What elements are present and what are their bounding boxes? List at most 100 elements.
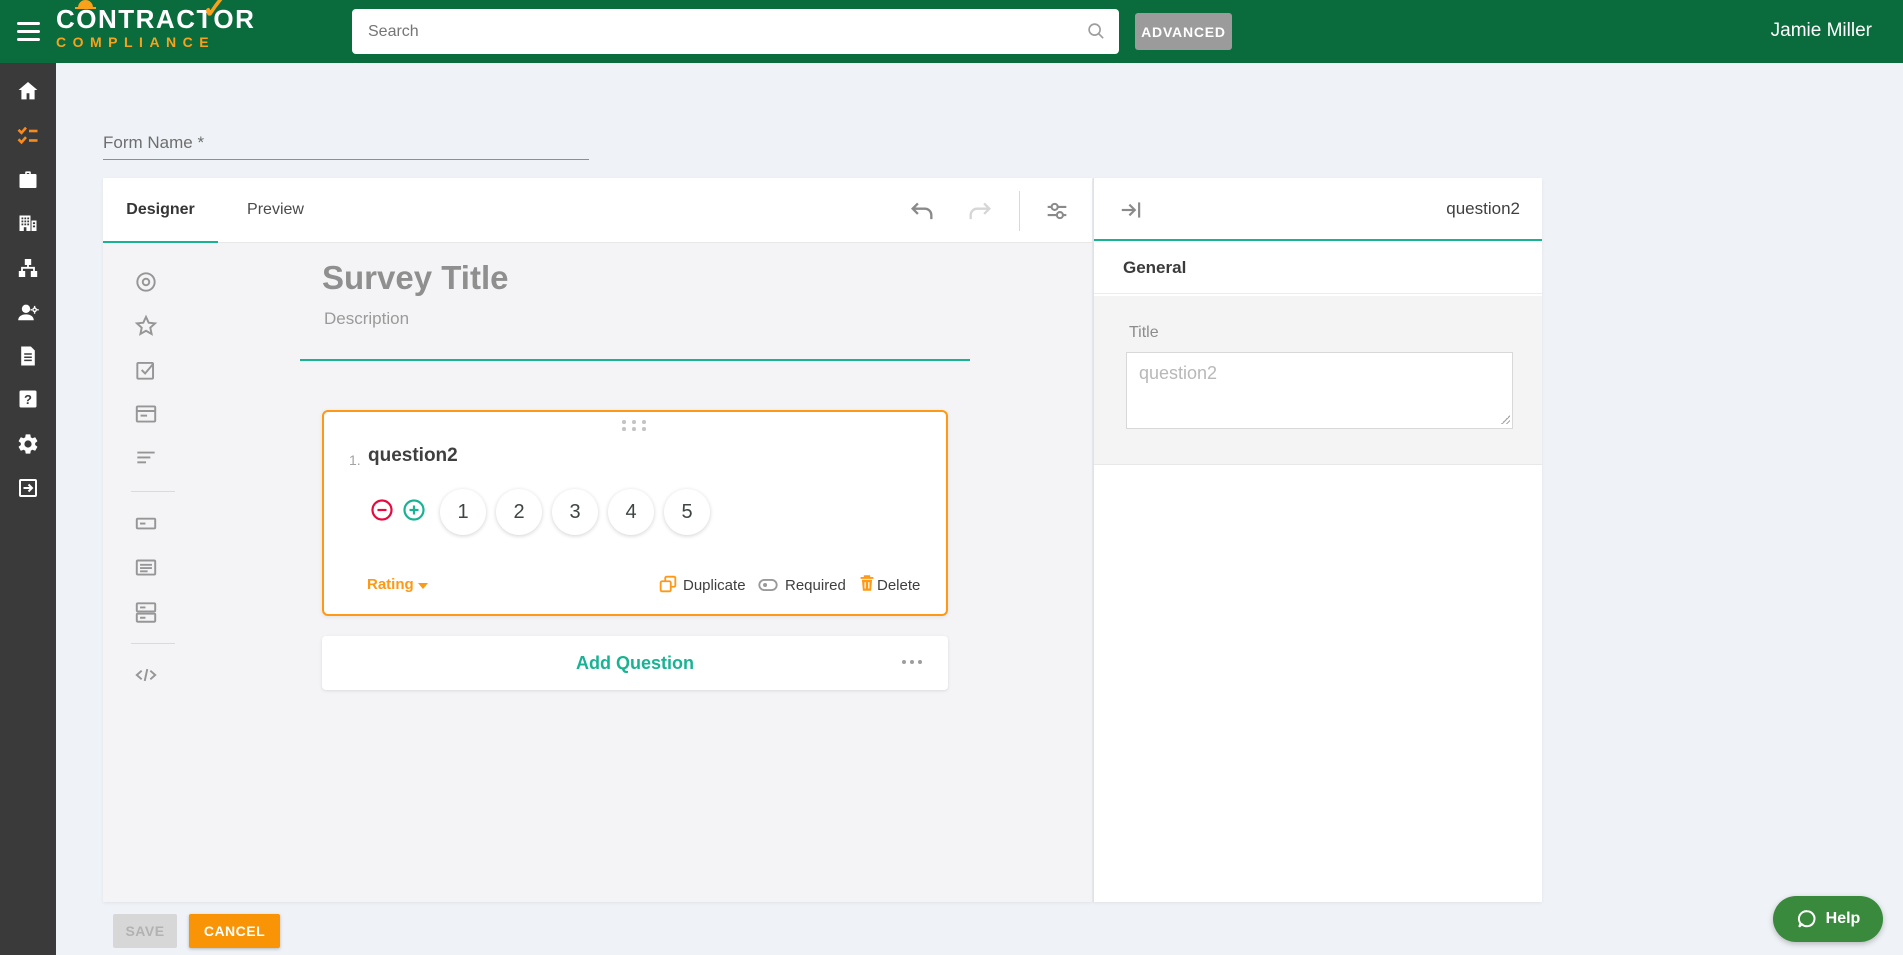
logo-line1: CONTRACTOR ✓ [56,0,255,32]
search-input[interactable] [352,9,1119,54]
sidebar-item-documents[interactable] [16,344,40,368]
document-icon [21,346,35,366]
toolbox-boolean[interactable] [133,357,159,383]
sidebar-item-contractors[interactable] [16,300,40,324]
add-question-card[interactable]: Add Question [322,636,948,690]
required-toggle-icon[interactable] [757,574,779,596]
svg-text:?: ? [24,392,32,407]
sidebar-item-settings[interactable] [16,432,40,456]
title-property-label: Title [1129,324,1159,341]
delete-action[interactable]: Delete [877,577,920,594]
toolbox-dropdown[interactable] [133,401,159,427]
text-input-icon [135,517,157,530]
remove-rating-item-icon[interactable] [370,498,394,522]
toolbox-paragraph[interactable] [133,554,159,580]
survey-description-placeholder[interactable]: Description [324,309,409,329]
company-building-icon [19,215,37,231]
survey-header-divider [300,359,970,361]
help-button[interactable]: Help [1773,896,1883,942]
duplicate-action[interactable]: Duplicate [683,577,746,594]
rating-option-5[interactable]: 5 [664,489,710,535]
question-number: 1. [349,452,361,468]
toolbar-divider [1019,191,1020,231]
chat-bubble-icon [1797,910,1816,928]
undo-icon[interactable] [908,197,936,225]
design-surface: Survey Title Description 1. question2 1 … [103,243,1092,902]
search-icon [1088,23,1104,39]
app-logo: CONTRACTOR ✓ COMPLIANCE [56,0,255,50]
title-property-textarea[interactable] [1126,352,1513,429]
rating-option-3[interactable]: 3 [552,489,598,535]
toolbox-divider [131,491,175,492]
question-card[interactable]: 1. question2 1 2 3 4 5 Rating Duplicate … [322,410,948,616]
toolbox-radiogroup[interactable] [133,269,159,295]
radiogroup-icon [136,272,156,292]
toolbox-rating[interactable] [133,313,159,339]
cancel-button[interactable]: CANCEL [189,914,280,948]
html-code-icon [135,668,157,682]
collapse-panel-icon[interactable] [1118,197,1144,223]
logo-line2: COMPLIANCE [56,34,216,50]
designer-tabbar: Designer Preview [103,178,1092,243]
toolbox-comment[interactable] [133,445,159,471]
top-header: CONTRACTOR ✓ COMPLIANCE ADVANCED Jamie M… [0,0,1903,63]
briefcase-icon [19,171,37,188]
toolbox-multipletext[interactable] [133,599,159,625]
contractors-worker-icon [18,304,39,321]
required-action[interactable]: Required [785,577,846,594]
app-root: CONTRACTOR ✓ COMPLIANCE ADVANCED Jamie M… [0,0,1903,955]
sidebar-item-companies[interactable] [16,211,40,235]
selected-question-name: question2 [1446,199,1520,218]
paragraph-icon [135,559,157,576]
general-section-header[interactable]: General [1094,241,1542,294]
dropdown-icon [135,405,157,423]
home-icon [18,82,38,100]
sidebar-item-home[interactable] [16,79,40,103]
toolbox-html[interactable] [133,662,159,688]
question-type-dropdown[interactable]: Rating [367,576,414,593]
chevron-down-icon[interactable] [418,583,428,589]
drag-handle-icon[interactable] [622,420,648,431]
sidebar-item-logout[interactable] [16,476,40,500]
sidebar-item-help[interactable]: ? [16,387,40,411]
form-name-input[interactable] [103,126,589,160]
designer-panel: Designer Preview Survey Title Descriptio… [103,178,1092,902]
add-question-button[interactable]: Add Question [322,636,948,690]
toolbox-text[interactable] [133,510,159,536]
rating-option-4[interactable]: 4 [608,489,654,535]
duplicate-icon[interactable] [657,573,679,595]
title-property-field [1126,352,1513,429]
hamburger-menu-icon[interactable] [17,22,40,41]
left-sidebar: ? [0,63,56,955]
question-title[interactable]: question2 [368,445,458,467]
rating-option-2[interactable]: 2 [496,489,542,535]
sidebar-item-forms[interactable] [16,123,40,147]
toolbox-divider [131,643,175,644]
properties-header: question2 [1094,178,1542,241]
save-button[interactable]: SAVE [113,914,177,948]
rating-option-1[interactable]: 1 [440,489,486,535]
survey-settings-icon[interactable] [1043,197,1071,225]
tab-designer[interactable]: Designer [103,178,218,243]
logout-icon [19,479,37,497]
sidebar-item-jobs[interactable] [16,168,40,192]
delete-trash-icon[interactable] [856,572,878,594]
rating-star-icon [134,314,158,336]
multipletext-icon [135,602,157,623]
sidebar-item-org-chart[interactable] [16,256,40,280]
more-options-icon[interactable] [902,660,922,664]
survey-title-placeholder[interactable]: Survey Title [322,259,508,297]
help-button-label: Help [1825,910,1861,927]
user-menu[interactable]: Jamie Miller [1771,20,1872,42]
general-section-body: Title [1094,296,1542,465]
org-chart-icon [18,259,38,277]
add-rating-item-icon[interactable] [402,498,426,522]
global-search [352,9,1119,54]
settings-gear-icon [18,434,38,454]
tab-preview[interactable]: Preview [218,178,333,242]
redo-icon[interactable] [966,197,994,225]
advanced-search-button[interactable]: ADVANCED [1135,13,1232,50]
comment-icon [137,451,155,464]
forms-checklist-icon [17,126,38,145]
hardhat-icon [75,0,96,9]
